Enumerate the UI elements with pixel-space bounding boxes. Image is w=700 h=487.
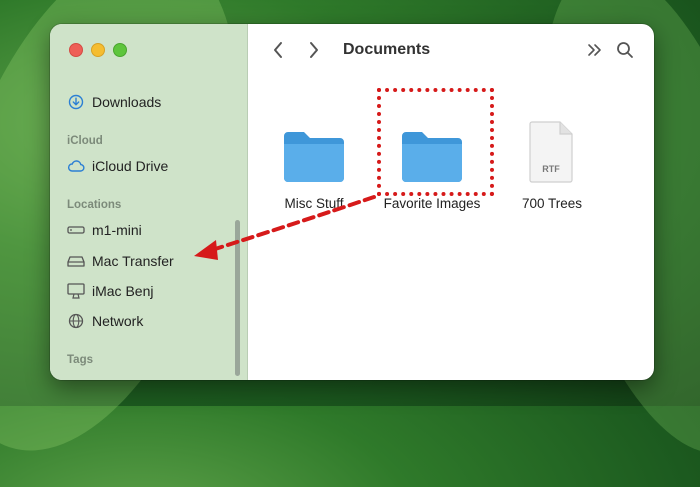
- sidebar-section-tags: Tags: [67, 354, 93, 366]
- highlight-box: [377, 88, 494, 196]
- double-chevron-icon: [588, 44, 601, 56]
- external-drive-icon: [67, 252, 85, 270]
- sidebar-item-label: Network: [92, 313, 144, 329]
- minimize-button[interactable]: [91, 43, 105, 57]
- sidebar-scrollbar[interactable]: [235, 220, 240, 376]
- forward-button[interactable]: [303, 39, 325, 61]
- zoom-button[interactable]: [113, 43, 127, 57]
- file-label: Misc Stuff: [284, 196, 344, 211]
- rtf-document-icon: RTF: [497, 120, 607, 184]
- sidebar-item-mac-transfer[interactable]: Mac Transfer: [67, 251, 174, 271]
- finder-window: Downloads iCloud iCloud Drive Locations …: [50, 24, 654, 380]
- sidebar: Downloads iCloud iCloud Drive Locations …: [50, 24, 248, 380]
- close-button[interactable]: [69, 43, 83, 57]
- search-button[interactable]: [614, 39, 636, 61]
- file-item[interactable]: RTF 700 Trees: [497, 120, 607, 211]
- sidebar-section-locations: Locations: [67, 199, 122, 211]
- download-icon: [67, 93, 85, 111]
- chevron-left-icon: [274, 42, 282, 58]
- sidebar-item-icloud-drive[interactable]: iCloud Drive: [67, 156, 168, 176]
- back-button[interactable]: [267, 39, 289, 61]
- mac-mini-icon: [67, 221, 85, 239]
- toolbar: Documents: [247, 24, 654, 78]
- file-item[interactable]: Misc Stuff: [259, 120, 369, 211]
- sidebar-item-network[interactable]: Network: [67, 311, 143, 331]
- sidebar-item-m1-mini[interactable]: m1-mini: [67, 220, 142, 240]
- file-label: Favorite Images: [383, 196, 481, 211]
- sidebar-item-label: Mac Transfer: [92, 253, 174, 269]
- sidebar-item-label: iMac Benj: [92, 283, 154, 299]
- globe-icon: [67, 312, 85, 330]
- search-icon: [617, 42, 633, 58]
- sidebar-item-imac-benj[interactable]: iMac Benj: [67, 281, 153, 301]
- chevron-right-icon: [310, 42, 318, 58]
- sidebar-item-label: Downloads: [92, 94, 162, 110]
- file-type-badge: RTF: [542, 164, 560, 174]
- window-title: Documents: [343, 41, 431, 58]
- file-label: 700 Trees: [521, 196, 583, 211]
- sidebar-item-label: m1-mini: [92, 222, 142, 238]
- sidebar-section-icloud: iCloud: [67, 135, 103, 147]
- sidebar-item-downloads[interactable]: Downloads: [67, 92, 161, 112]
- sidebar-item-label: iCloud Drive: [92, 158, 169, 174]
- more-toolbar-button[interactable]: [584, 39, 606, 61]
- window-controls: [69, 43, 127, 57]
- folder-icon: [259, 120, 369, 184]
- imac-icon: [67, 282, 85, 300]
- cloud-icon: [67, 157, 85, 175]
